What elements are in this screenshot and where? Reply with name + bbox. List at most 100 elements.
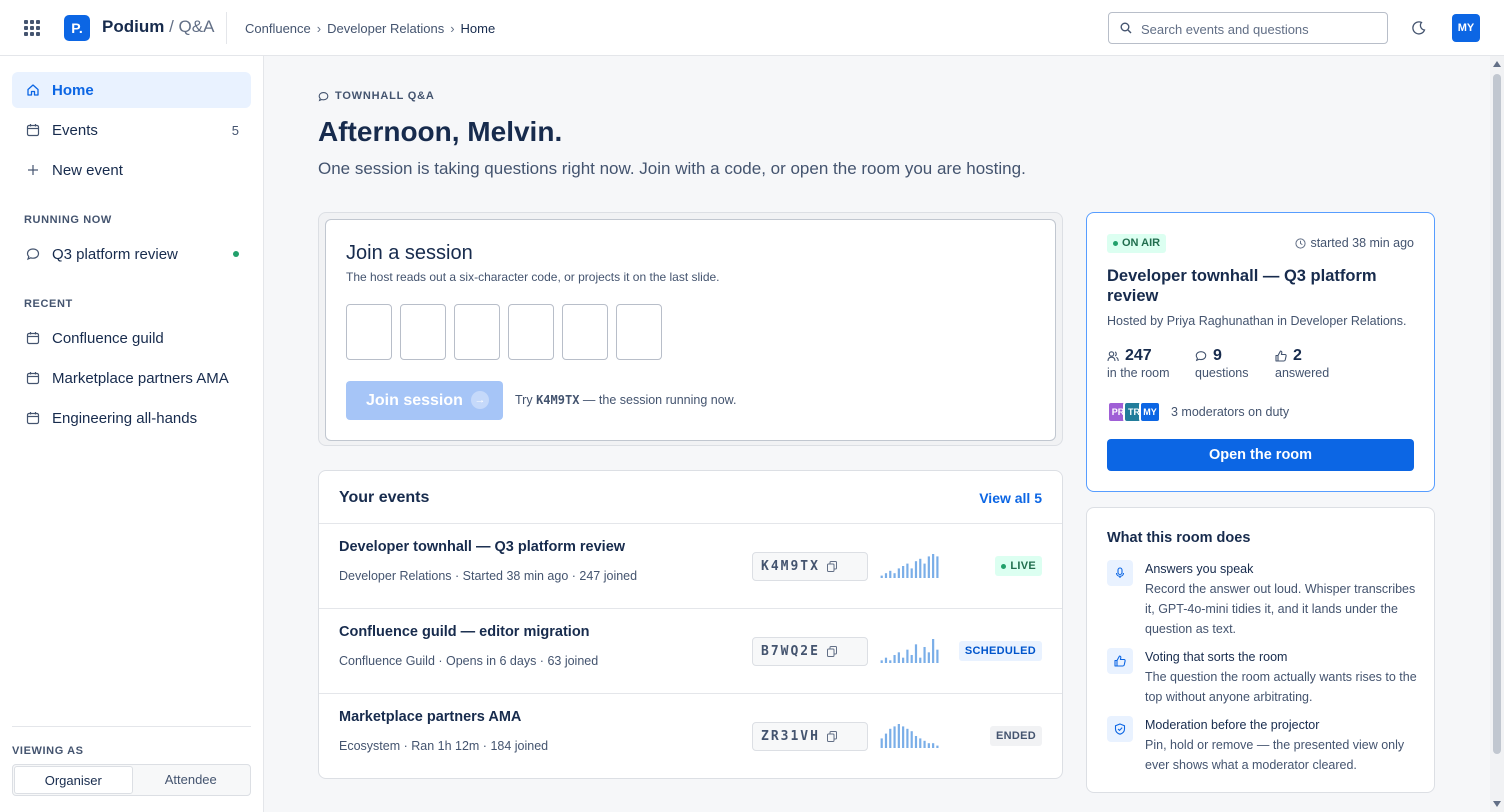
scroll-down-arrow[interactable] <box>1493 801 1501 807</box>
chat-icon <box>26 247 40 261</box>
code-digit-3[interactable] <box>454 304 500 360</box>
activity-bar <box>919 657 922 663</box>
activity-bar <box>919 558 922 578</box>
chat-icon <box>318 91 329 101</box>
code-digit-2[interactable] <box>400 304 446 360</box>
brand-title: Podium <box>102 17 165 36</box>
event-code: B7WQ2E <box>761 644 820 659</box>
sidebar-item-home[interactable]: Home <box>12 72 251 108</box>
activity-bar <box>889 728 892 748</box>
breadcrumb-separator: › <box>450 21 455 36</box>
room-features-heading: What this room does <box>1107 530 1251 546</box>
activity-bar <box>893 573 896 578</box>
role-attendee-button[interactable]: Attendee <box>133 766 250 794</box>
join-hint: The host reads out a six-character code,… <box>346 270 720 284</box>
activity-bar <box>893 726 896 748</box>
podium-logo[interactable]: P. <box>64 15 90 41</box>
sidebar-item-label: Marketplace partners AMA <box>52 369 229 387</box>
stat-label: in the room <box>1107 366 1170 380</box>
feature-item: Answers you speak Record the answer out … <box>1107 560 1417 639</box>
page-lead: One session is taking questions right no… <box>318 159 1026 178</box>
activity-sparkline <box>880 554 939 578</box>
started-label: started 38 min ago <box>1310 236 1414 250</box>
user-avatar[interactable]: MY <box>1452 14 1480 42</box>
feature-description: Pin, hold or remove — the presented view… <box>1145 738 1405 772</box>
view-all-events-link[interactable]: View all 5 <box>979 490 1042 506</box>
code-digit-5[interactable] <box>562 304 608 360</box>
search-box[interactable] <box>1108 12 1388 44</box>
event-code-chip[interactable]: K4M9TX <box>752 552 868 581</box>
code-digit-4[interactable] <box>508 304 554 360</box>
activity-bar <box>914 561 918 578</box>
activity-bar <box>880 575 883 578</box>
sidebar-item-new-event[interactable]: New event <box>12 152 251 188</box>
breadcrumb-developer-relations[interactable]: Developer Relations <box>327 21 444 36</box>
event-title[interactable]: Marketplace partners AMA <box>339 709 521 725</box>
event-title[interactable]: Confluence guild — editor migration <box>339 624 590 640</box>
calendar-icon <box>26 371 40 385</box>
dark-mode-toggle-icon[interactable] <box>1411 20 1427 36</box>
event-code-chip[interactable]: B7WQ2E <box>752 637 868 666</box>
role-organiser-button[interactable]: Organiser <box>14 766 133 794</box>
shield-icon <box>1107 716 1133 742</box>
join-session-button[interactable]: Join session → <box>346 381 503 420</box>
feature-item: Moderation before the projector Pin, hol… <box>1107 716 1417 775</box>
app-switcher-icon[interactable] <box>24 20 40 36</box>
event-meta: Ecosystem · Ran 1h 12m · 184 joined <box>339 739 549 753</box>
copy-icon[interactable] <box>827 731 837 742</box>
activity-bar <box>923 647 926 663</box>
activity-bar <box>902 566 905 578</box>
event-meta: Confluence Guild · Opens in 6 days · 63 … <box>339 654 599 668</box>
stat-value: 9 <box>1213 347 1222 364</box>
brand-suffix: / Q&A <box>164 17 215 36</box>
code-digit-6[interactable] <box>616 304 662 360</box>
sidebar-item-q3-platform-review[interactable]: Q3 platform review <box>12 236 251 272</box>
brand-name[interactable]: Podium / Q&A <box>102 17 214 37</box>
join-button-label: Join session <box>366 391 463 409</box>
feature-title: Voting that sorts the room <box>1145 650 1288 664</box>
plus-icon <box>26 163 40 177</box>
event-code-chip[interactable]: ZR31VH <box>752 722 868 751</box>
sidebar-item-events[interactable]: Events 5 <box>12 112 251 148</box>
thumbs-up-icon <box>1275 350 1287 362</box>
sidebar-item-label: Home <box>52 81 94 99</box>
sidebar-divider <box>12 726 251 727</box>
activity-bar <box>910 731 913 748</box>
moderators-on-duty: 3 moderators on duty <box>1171 405 1290 419</box>
copy-icon[interactable] <box>827 646 837 657</box>
breadcrumb-confluence[interactable]: Confluence <box>245 21 311 36</box>
activity-bar <box>927 652 930 663</box>
eyebrow-label: TOWNHALL Q&A <box>335 90 435 102</box>
activity-bar <box>910 568 913 578</box>
event-title[interactable]: Developer townhall — Q3 platform review <box>339 539 625 555</box>
event-code: K4M9TX <box>761 559 820 574</box>
open-the-room-button[interactable]: Open the room <box>1107 439 1414 471</box>
try-prefix: Try <box>515 393 533 407</box>
try-code[interactable]: K4M9TX <box>536 393 579 407</box>
activity-bar <box>902 726 905 748</box>
event-row[interactable]: Developer townhall — Q3 platform review … <box>319 523 1062 608</box>
scroll-up-arrow[interactable] <box>1493 61 1501 67</box>
sidebar-item-engineering-all-hands[interactable]: Engineering all-hands <box>12 400 251 436</box>
home-icon <box>26 83 40 97</box>
event-row[interactable]: Confluence guild — editor migration Conf… <box>319 608 1062 693</box>
sidebar-item-confluence-guild[interactable]: Confluence guild <box>12 320 251 356</box>
vertical-scrollbar[interactable] <box>1490 56 1504 812</box>
search-input[interactable] <box>1141 19 1377 39</box>
copy-icon[interactable] <box>827 561 837 572</box>
sidebar-item-marketplace-partners-ama[interactable]: Marketplace partners AMA <box>12 360 251 396</box>
clock-icon <box>1295 237 1307 249</box>
code-digit-1[interactable] <box>346 304 392 360</box>
scrollbar-thumb[interactable] <box>1493 74 1501 754</box>
activity-bar <box>906 563 909 578</box>
on-air-badge: ON AIR <box>1107 234 1167 253</box>
activity-bar <box>897 652 900 663</box>
your-events-heading: Your events <box>339 489 430 506</box>
event-row[interactable]: Marketplace partners AMA Ecosystem · Ran… <box>319 693 1062 778</box>
mic-icon <box>1107 560 1133 586</box>
activity-bar <box>919 738 922 748</box>
sidebar-item-label: Engineering all-hands <box>52 409 198 427</box>
activity-bar <box>932 639 935 663</box>
role-switcher: Organiser Attendee <box>12 764 251 796</box>
activity-sparkline <box>880 724 939 748</box>
